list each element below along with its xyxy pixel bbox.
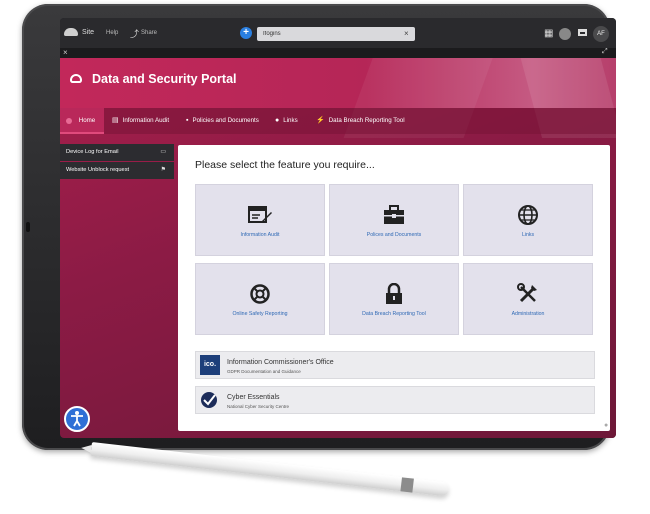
tablet-frame: Site Help ⤴ Share + × ▦ AF × ⤢ Data and … bbox=[22, 4, 616, 450]
nav-item-home[interactable]: Home bbox=[60, 108, 104, 134]
page-title: Data and Security Portal bbox=[92, 72, 237, 86]
audit-edit-icon bbox=[196, 204, 324, 226]
accessibility-button[interactable] bbox=[64, 406, 90, 432]
tablet-screen: Site Help ⤴ Share + × ▦ AF × ⤢ Data and … bbox=[60, 18, 616, 438]
portal-page: Data and Security Portal Home ▤ Informati… bbox=[60, 58, 616, 438]
feature-tile-information-audit[interactable]: Information Audit bbox=[195, 184, 325, 256]
tablet-side-button bbox=[26, 222, 30, 232]
feature-tile-online-safety[interactable]: Online Safety Reporting bbox=[195, 263, 325, 335]
nav-item-policies[interactable]: ▪ Policies and Documents bbox=[186, 108, 259, 134]
window-icon[interactable] bbox=[578, 29, 587, 36]
feature-tile-administration[interactable]: Administration bbox=[463, 263, 593, 335]
feature-tile-policies[interactable]: Polices and Documents bbox=[329, 184, 459, 256]
status-circle-icon[interactable] bbox=[559, 28, 571, 40]
feature-label: Administration bbox=[511, 311, 545, 317]
nav-item-data-breach[interactable]: ⚡ Data Breach Reporting Tool bbox=[316, 108, 405, 134]
expand-icon[interactable]: ⤢ bbox=[602, 48, 608, 56]
main-nav: Home ▤ Information Audit ▪ Policies and Do… bbox=[60, 108, 616, 134]
link-cyber-essentials[interactable]: Cyber Essentials National Cyber Security… bbox=[195, 386, 595, 414]
link-icon: ● bbox=[275, 117, 280, 124]
avatar[interactable]: AF bbox=[593, 26, 609, 42]
apps-grid-icon[interactable]: ▦ bbox=[544, 28, 553, 39]
share-icon[interactable]: ⤴ bbox=[130, 27, 139, 40]
briefcase-icon bbox=[330, 204, 458, 226]
add-button[interactable]: + bbox=[240, 27, 252, 39]
ico-logo: ico. bbox=[200, 355, 220, 375]
top-toolbar: Site Help ⤴ Share + × ▦ AF bbox=[60, 18, 616, 48]
feature-label: Information Audit bbox=[240, 232, 280, 238]
feature-tile-data-breach[interactable]: Data Breach Reporting Tool bbox=[329, 263, 459, 335]
search-input[interactable] bbox=[257, 27, 415, 41]
feature-label: Polices and Documents bbox=[366, 232, 422, 238]
link-title: Cyber Essentials bbox=[227, 394, 280, 401]
feature-label: Links bbox=[521, 232, 535, 238]
nav-item-label: Policies and Documents bbox=[192, 117, 259, 124]
bolt-icon: ⚡ bbox=[316, 117, 325, 124]
feature-label: Data Breach Reporting Tool bbox=[362, 311, 426, 317]
link-subtitle: National Cyber Security Centre bbox=[227, 404, 290, 409]
cloud-upload-icon bbox=[70, 74, 82, 83]
link-ico[interactable]: ico. Information Commissioner's Office G… bbox=[195, 351, 595, 379]
stylus-band bbox=[400, 477, 414, 493]
cyber-essentials-logo bbox=[200, 391, 218, 409]
nav-item-label: Data Breach Reporting Tool bbox=[328, 117, 405, 124]
nav-item-label: Home bbox=[78, 117, 96, 124]
document-icon: ▤ bbox=[112, 117, 119, 124]
sidebar: Device Log for Email ▭ Website Unblock r… bbox=[60, 144, 174, 180]
portal-header: Data and Security Portal bbox=[60, 58, 616, 138]
site-logo-icon[interactable] bbox=[64, 28, 78, 36]
flag-icon: ⚑ bbox=[160, 167, 166, 173]
nav-item-information-audit[interactable]: ▤ Information Audit bbox=[112, 108, 169, 134]
stylus-pencil bbox=[80, 442, 450, 497]
lock-icon bbox=[330, 282, 458, 305]
link-subtitle: GDPR Documentation and Guidance bbox=[227, 369, 301, 374]
feature-panel: Please select the feature you require...… bbox=[178, 145, 610, 431]
frame-control-bar: × ⤢ bbox=[60, 48, 616, 58]
lifebuoy-icon bbox=[196, 283, 324, 305]
clear-search-icon[interactable]: × bbox=[404, 29, 409, 38]
home-dot-icon bbox=[66, 118, 72, 124]
nav-item-label: Information Audit bbox=[122, 117, 170, 124]
accessibility-icon bbox=[71, 411, 83, 427]
sidebar-item-label: Device Log for Email bbox=[66, 149, 119, 155]
sidebar-item-website-unblock[interactable]: Website Unblock request ⚑ bbox=[60, 162, 174, 179]
feature-tile-links[interactable]: Links bbox=[463, 184, 593, 256]
sidebar-item-device-log[interactable]: Device Log for Email ▭ bbox=[60, 144, 174, 161]
globe-icon bbox=[464, 204, 592, 226]
monitor-icon: ▭ bbox=[160, 149, 166, 155]
site-menu[interactable]: Site bbox=[82, 29, 94, 36]
stylus-tip bbox=[80, 443, 92, 453]
chat-bubble-icon[interactable]: ● bbox=[604, 422, 608, 429]
nav-item-links[interactable]: ● Links bbox=[275, 108, 298, 134]
share-link[interactable]: Share bbox=[141, 30, 157, 36]
help-link[interactable]: Help bbox=[106, 30, 118, 36]
folder-icon: ▪ bbox=[186, 117, 189, 124]
panel-heading: Please select the feature you require... bbox=[195, 159, 375, 171]
tools-icon bbox=[464, 283, 592, 305]
link-title: Information Commissioner's Office bbox=[227, 359, 334, 366]
sidebar-item-label: Website Unblock request bbox=[66, 167, 130, 173]
feature-label: Online Safety Reporting bbox=[232, 311, 288, 317]
close-icon[interactable]: × bbox=[63, 48, 68, 57]
nav-item-label: Links bbox=[283, 117, 298, 124]
